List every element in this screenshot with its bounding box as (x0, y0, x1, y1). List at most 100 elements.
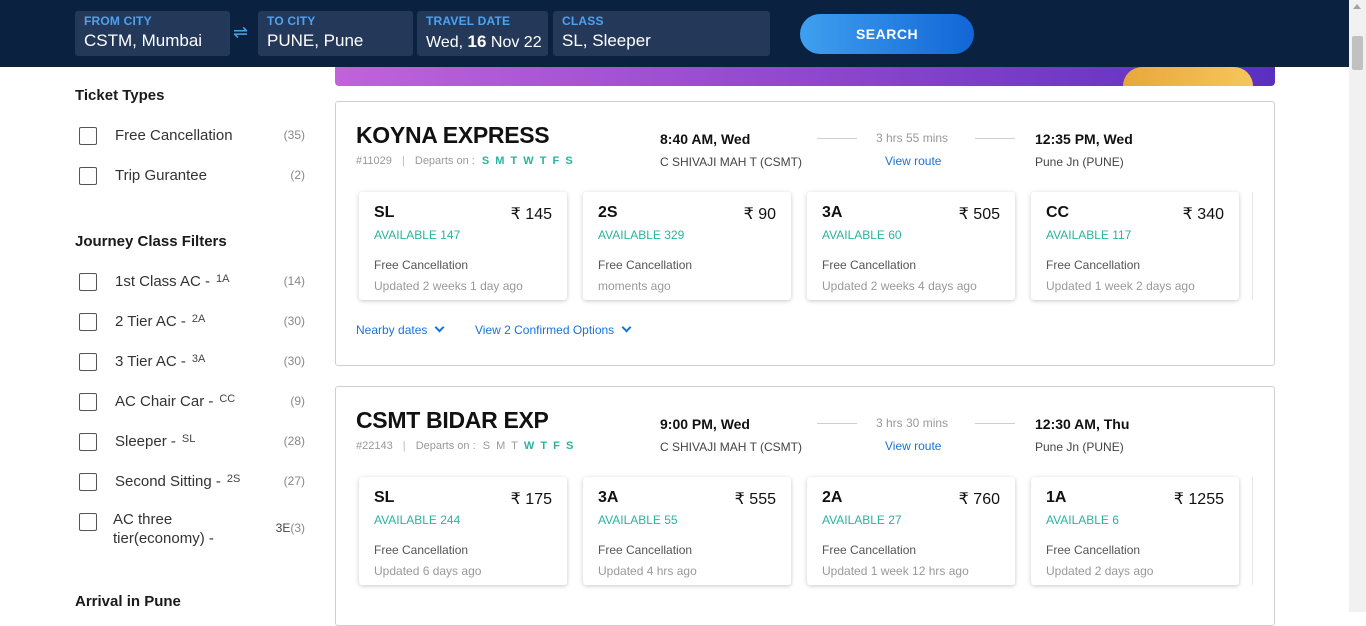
class-sl-checkbox[interactable] (79, 433, 97, 451)
cancellation-info: Free Cancellation (1046, 543, 1141, 557)
from-city-value: CSTM, Mumbai (84, 31, 203, 50)
class-3e-checkbox[interactable] (79, 513, 97, 531)
availability-status: AVAILABLE 55 (598, 513, 678, 527)
filter-label: Free Cancellation (115, 127, 233, 144)
view-route-link[interactable]: View route (885, 154, 941, 168)
class-availability-card[interactable]: 2A ₹ 760 AVAILABLE 27 Free Cancellation … (807, 477, 1015, 585)
filter-code: 2S (226, 473, 241, 485)
filter-count: (28) (283, 434, 305, 448)
filter-class-2s[interactable]: Second Sitting - 2S (27) (79, 471, 305, 495)
arrival-station: Pune Jn (PUNE) (1035, 440, 1124, 454)
class-cc-checkbox[interactable] (79, 393, 97, 411)
availability-status: AVAILABLE 6 (1046, 513, 1119, 527)
filter-count: (9) (290, 394, 305, 408)
filter-label: Trip Gurantee (115, 167, 207, 184)
departure-time: 9:00 PM, Wed (660, 416, 750, 432)
class-availability-card[interactable]: 1A ₹ 1255 AVAILABLE 6 Free Cancellation … (1031, 477, 1239, 585)
duration-divider (975, 423, 1015, 424)
arrival-title: Arrival in Pune (75, 593, 181, 610)
filter-code: 3E (275, 521, 291, 535)
class-price: ₹ 760 (958, 491, 1000, 508)
filter-label-text: 1st Class AC - (115, 273, 211, 290)
running-day: T (540, 440, 548, 452)
page-scrollbar[interactable] (1349, 0, 1366, 612)
train-number: #11029 (356, 155, 392, 167)
filter-class-3e[interactable]: AC three tier(economy) - 3E(3) (79, 510, 305, 552)
scroll-thumb[interactable] (1352, 36, 1363, 70)
class-availability-card[interactable]: CC ₹ 340 AVAILABLE 117 Free Cancellation… (1031, 192, 1239, 300)
from-city-field[interactable]: FROM CITY CSTM, Mumbai (75, 11, 230, 56)
class-availability-card[interactable]: 3A ₹ 555 AVAILABLE 55 Free Cancellation … (583, 477, 791, 585)
class-field[interactable]: CLASS SL, Sleeper (553, 11, 770, 56)
class-2a-checkbox[interactable] (79, 313, 97, 331)
running-day: F (552, 155, 560, 167)
cancellation-info: Free Cancellation (822, 258, 917, 272)
promo-banner[interactable] (335, 67, 1275, 86)
train-name[interactable]: CSMT BIDAR EXP (356, 407, 549, 434)
confirmed-options-link[interactable]: View 2 Confirmed Options (475, 322, 632, 337)
availability-status: AVAILABLE 60 (822, 228, 902, 242)
class-availability-card[interactable]: 3A ₹ 505 AVAILABLE 60 Free Cancellation … (807, 192, 1015, 300)
train-meta: #11029 | Departs on : S M T W T F S (356, 155, 576, 167)
next-class-card-edge (1252, 477, 1258, 585)
class-code: SL (374, 204, 395, 221)
filter-trip-gurantee[interactable]: Trip Gurantee (2) (79, 165, 305, 189)
filter-label-text: 2 Tier AC - (115, 313, 186, 330)
running-day: T (510, 155, 518, 167)
filter-label-text: Second Sitting - (115, 473, 221, 490)
swap-icon[interactable]: ⇌ (233, 22, 248, 43)
class-code: 3A (822, 204, 843, 221)
free-cancellation-checkbox[interactable] (79, 127, 97, 145)
running-day: F (553, 440, 560, 452)
availability-status: AVAILABLE 329 (598, 228, 685, 242)
departure-station: C SHIVAJI MAH T (CSMT) (660, 440, 803, 454)
filter-count: (27) (283, 474, 305, 488)
cancellation-info: Free Cancellation (1046, 258, 1141, 272)
to-city-field[interactable]: TO CITY PUNE, Pune (258, 11, 413, 56)
filter-class-1a[interactable]: 1st Class AC - 1A (14) (79, 271, 305, 295)
filter-code: 2A (191, 313, 206, 325)
coins-illustration-icon (1123, 67, 1253, 86)
duration-divider (817, 423, 857, 424)
meta-separator: | (401, 155, 405, 167)
non-running-day: T (511, 440, 518, 452)
updated-time: Updated 1 week 2 days ago (1046, 279, 1195, 293)
filter-label: 1st Class AC - 1A (115, 273, 230, 290)
class-availability-card[interactable]: SL ₹ 175 AVAILABLE 244 Free Cancellation… (359, 477, 567, 585)
trip-gurantee-checkbox[interactable] (79, 167, 97, 185)
class-code: SL (374, 489, 395, 506)
class-availability-card[interactable]: 2S ₹ 90 AVAILABLE 329 Free Cancellation … (583, 192, 791, 300)
view-route-link[interactable]: View route (885, 439, 941, 453)
scroll-up-arrow-icon[interactable] (1353, 4, 1361, 9)
nearby-dates-link[interactable]: Nearby dates (356, 322, 445, 337)
class-label: CLASS (562, 14, 604, 28)
search-header: FROM CITY CSTM, Mumbai ⇌ TO CITY PUNE, P… (0, 0, 1366, 67)
filter-class-cc[interactable]: AC Chair Car - CC (9) (79, 391, 305, 415)
filter-class-sl[interactable]: Sleeper - SL (28) (79, 431, 305, 455)
class-code: 2S (598, 204, 618, 221)
arrival-station: Pune Jn (PUNE) (1035, 155, 1124, 169)
travel-date-value: Wed, 16 Nov 22 (426, 32, 542, 52)
travel-date-label: TRAVEL DATE (426, 14, 511, 28)
availability-status: AVAILABLE 147 (374, 228, 461, 242)
journey-duration: 3 hrs 30 mins (876, 416, 949, 430)
class-2s-checkbox[interactable] (79, 473, 97, 491)
search-button[interactable]: SEARCH (800, 14, 974, 54)
filter-label: AC three tier(economy) - (113, 510, 214, 548)
updated-time: Updated 6 days ago (374, 564, 482, 578)
class-1a-checkbox[interactable] (79, 273, 97, 291)
filter-free-cancellation[interactable]: Free Cancellation (35) (79, 125, 305, 149)
duration-divider (975, 138, 1015, 139)
updated-time: Updated 4 hrs ago (598, 564, 697, 578)
availability-status: AVAILABLE 117 (1046, 228, 1132, 242)
filter-class-2a[interactable]: 2 Tier AC - 2A (30) (79, 311, 305, 335)
travel-date-field[interactable]: TRAVEL DATE Wed, 16 Nov 22 (417, 11, 548, 56)
ticket-types-title: Ticket Types (75, 87, 165, 104)
class-availability-card[interactable]: SL ₹ 145 AVAILABLE 147 Free Cancellation… (359, 192, 567, 300)
filter-label: AC Chair Car - CC (115, 393, 235, 410)
class-3a-checkbox[interactable] (79, 353, 97, 371)
class-price: ₹ 90 (743, 206, 776, 223)
filter-code: 3A (191, 353, 206, 365)
filter-class-3a[interactable]: 3 Tier AC - 3A (30) (79, 351, 305, 375)
train-name[interactable]: KOYNA EXPRESS (356, 122, 550, 149)
